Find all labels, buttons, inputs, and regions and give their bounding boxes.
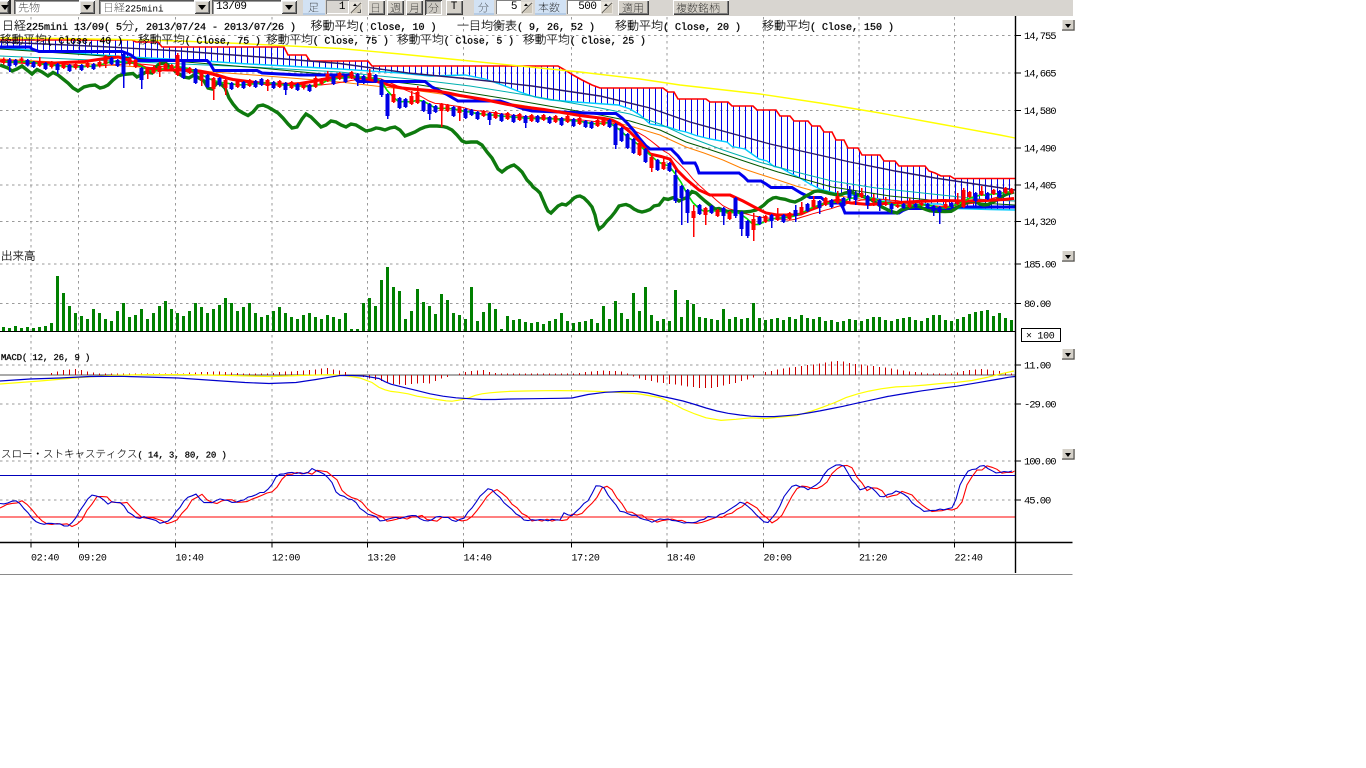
svg-text:14,755: 14,755 — [1024, 31, 1056, 43]
svg-text:14:40: 14:40 — [464, 554, 492, 565]
svg-text:-29.00: -29.00 — [1024, 400, 1056, 412]
svg-text:14,490: 14,490 — [1024, 144, 1056, 156]
svg-text:20:00: 20:00 — [764, 554, 792, 565]
svg-text:21:20: 21:20 — [859, 554, 887, 565]
svg-text:12:00: 12:00 — [272, 554, 300, 565]
svg-text:45.00: 45.00 — [1024, 496, 1051, 508]
svg-text:11.00: 11.00 — [1024, 361, 1051, 373]
svg-text:22:40: 22:40 — [955, 554, 983, 565]
svg-text:14,320: 14,320 — [1024, 217, 1056, 229]
svg-text:80.00: 80.00 — [1024, 299, 1051, 311]
svg-text:09:20: 09:20 — [79, 554, 107, 565]
svg-text:18:40: 18:40 — [667, 554, 695, 565]
svg-text:14,665: 14,665 — [1024, 69, 1056, 81]
svg-text:13:20: 13:20 — [368, 554, 396, 565]
svg-text:02:40: 02:40 — [31, 554, 59, 565]
svg-text:17:20: 17:20 — [572, 554, 600, 565]
svg-text:100.00: 100.00 — [1024, 457, 1056, 469]
svg-text:14,405: 14,405 — [1024, 181, 1056, 193]
svg-text:10:40: 10:40 — [176, 554, 204, 565]
svg-text:185.00: 185.00 — [1024, 260, 1056, 272]
svg-text:× 100: × 100 — [1026, 332, 1055, 343]
svg-text:14,580: 14,580 — [1024, 106, 1056, 118]
